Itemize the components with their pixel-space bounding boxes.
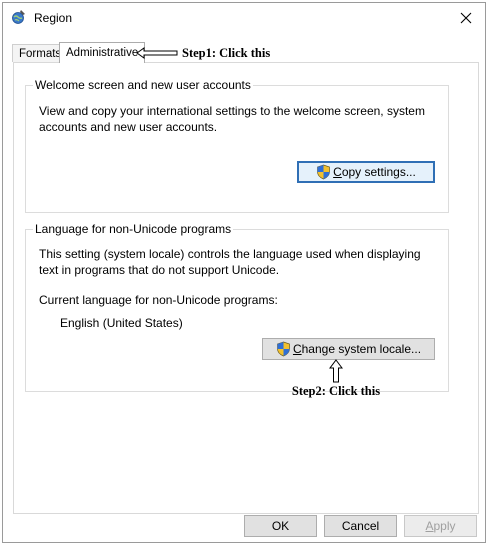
- dialog-footer: OK Cancel Apply: [3, 515, 485, 541]
- welcome-screen-group: Welcome screen and new user accounts Vie…: [25, 78, 449, 213]
- copy-settings-accel: C: [333, 165, 342, 179]
- uac-shield-icon: [277, 341, 290, 357]
- non-unicode-group-title: Language for non-Unicode programs: [33, 222, 234, 236]
- close-icon: [460, 12, 472, 24]
- hollow-arrow-up-icon: [329, 359, 343, 383]
- tab-administrative[interactable]: Administrative: [59, 42, 146, 63]
- step1-label: Step1: Click this: [182, 45, 271, 60]
- step2-annotation: Step2: Click this: [286, 359, 386, 399]
- current-language-label: Current language for non-Unicode program…: [39, 293, 278, 307]
- step1-annotation: Step1: Click this: [136, 45, 270, 61]
- apply-label: pply: [433, 519, 456, 533]
- close-button[interactable]: [453, 6, 479, 30]
- copy-settings-label: opy settings...: [341, 165, 416, 179]
- step2-label: Step2: Click this: [291, 384, 381, 398]
- uac-shield-icon: [317, 164, 330, 180]
- current-language-value: English (United States): [60, 316, 183, 330]
- change-locale-accel: C: [292, 342, 302, 356]
- cancel-button[interactable]: Cancel: [324, 515, 397, 537]
- ok-button[interactable]: OK: [244, 515, 317, 537]
- copy-settings-button[interactable]: Copy settings...: [297, 161, 435, 183]
- hollow-arrow-left-icon: [136, 47, 178, 59]
- welcome-group-title: Welcome screen and new user accounts: [33, 78, 253, 92]
- globe-pen-icon: [11, 9, 27, 25]
- change-locale-label: hange system locale...: [301, 342, 422, 356]
- change-system-locale-button[interactable]: Change system locale...: [262, 338, 435, 360]
- apply-button[interactable]: Apply: [404, 515, 477, 537]
- apply-accel: A: [425, 519, 434, 533]
- non-unicode-description: This setting (system locale) controls th…: [39, 247, 421, 277]
- administrative-panel: Welcome screen and new user accounts Vie…: [13, 62, 479, 514]
- welcome-description: View and copy your international setting…: [39, 104, 425, 134]
- window-title: Region: [34, 11, 73, 25]
- title-bar[interactable]: Region: [3, 3, 485, 33]
- region-dialog: Region Formats Administrative Step1: Cli…: [2, 2, 486, 543]
